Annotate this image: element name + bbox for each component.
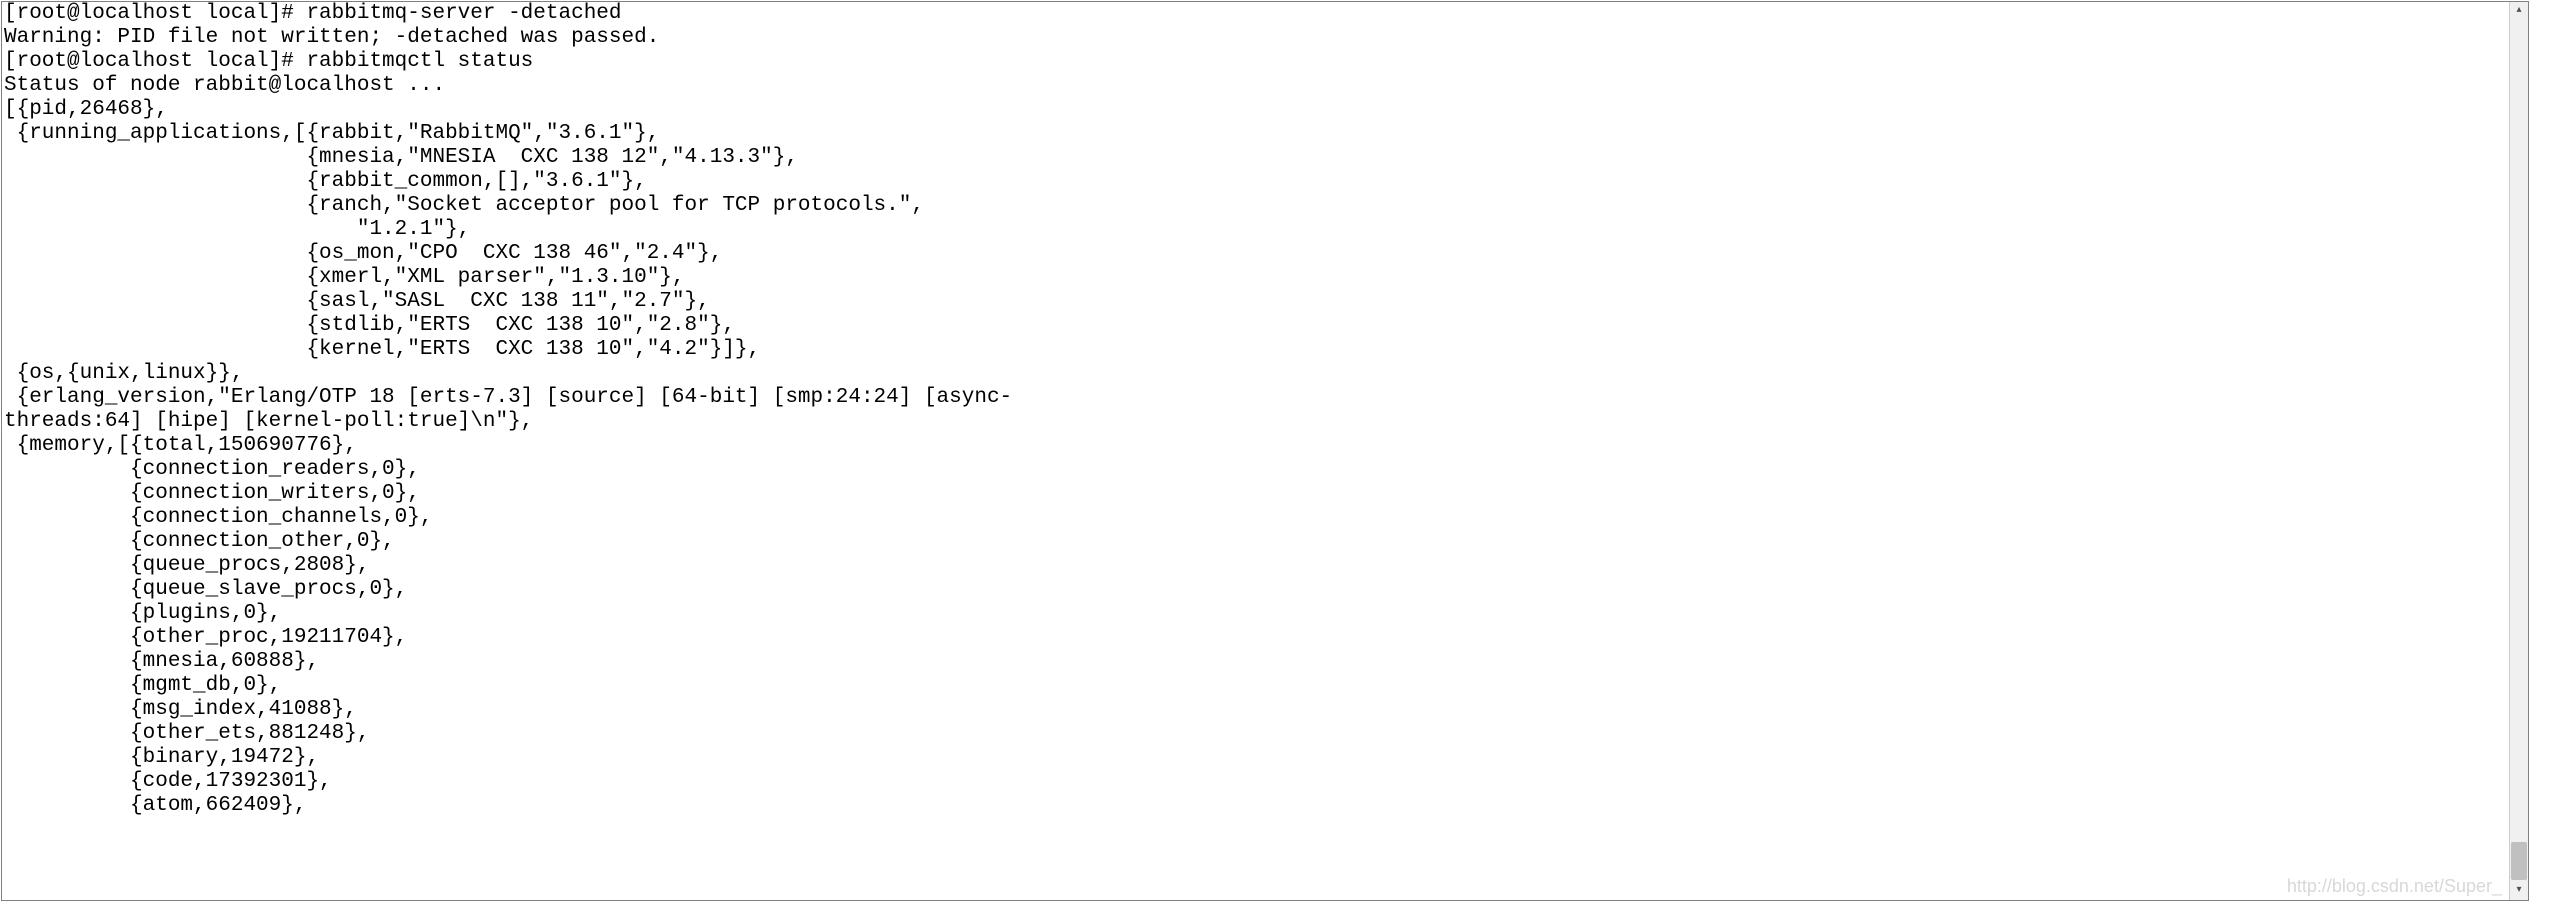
terminal-output[interactable]: [root@localhost local]# rabbitmq-server … bbox=[4, 2, 2508, 900]
scroll-thumb[interactable] bbox=[2511, 842, 2527, 880]
scroll-down-arrow[interactable]: ▾ bbox=[2510, 882, 2528, 900]
scrollbar-track[interactable]: ▴ ▾ bbox=[2509, 2, 2528, 900]
scroll-up-arrow[interactable]: ▴ bbox=[2510, 2, 2528, 20]
terminal-frame: [root@localhost local]# rabbitmq-server … bbox=[1, 1, 2529, 901]
